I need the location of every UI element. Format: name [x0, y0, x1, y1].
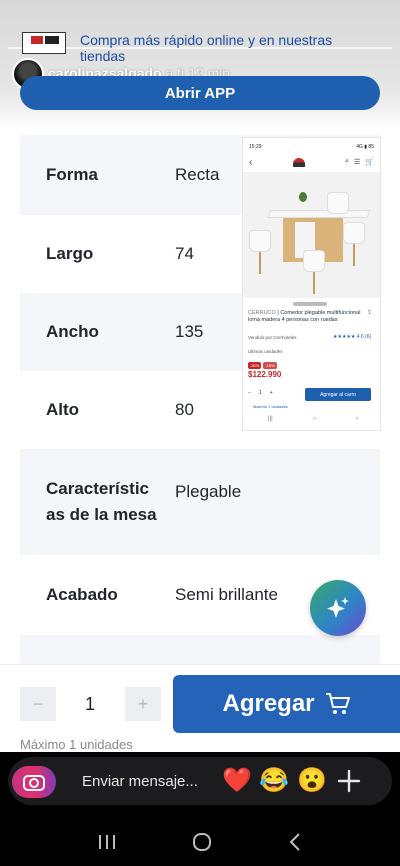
sparkle-assistant-button[interactable] — [310, 580, 366, 636]
recents-icon: ||| — [268, 416, 273, 422]
cart-icon — [325, 693, 350, 714]
status-time: 15:29 — [249, 144, 262, 150]
chair-shape — [343, 222, 365, 244]
chair-leg-shape — [259, 252, 261, 274]
home-icon[interactable] — [192, 832, 212, 852]
spec-key: Largo — [46, 244, 94, 263]
chair-shape — [249, 230, 271, 252]
system-navigation-bar — [0, 818, 400, 866]
table-top-shape — [267, 210, 371, 218]
stock-badge: Ultimas unidades — [248, 349, 283, 354]
home-icon: ○ — [312, 416, 317, 422]
laughing-reaction-icon[interactable]: 😂 — [259, 767, 289, 795]
spec-value: Plegable — [175, 482, 242, 501]
discount-tag: -15% — [263, 362, 277, 369]
camera-button[interactable] — [12, 766, 56, 798]
spec-row-caracteristicas: Característic as de la mesa Plegable — [20, 449, 380, 555]
promo-text: Compra más rápido online y en nuestras t… — [80, 32, 333, 64]
surprised-reaction-icon[interactable]: 😮 — [297, 767, 327, 795]
spec-key: Ancho — [46, 322, 99, 341]
chair-leg-shape — [313, 272, 315, 294]
message-composer — [8, 757, 392, 805]
quantity-increase-button[interactable]: + — [125, 687, 161, 721]
spec-row-partial — [20, 635, 380, 665]
recents-icon[interactable] — [97, 833, 117, 851]
store-logo-icon — [292, 157, 305, 167]
back-icon: ‹ — [356, 416, 358, 422]
spec-value: Semi brillante — [175, 585, 278, 604]
status-right: 4G ▮ 85 — [356, 144, 374, 150]
spec-value: 80 — [175, 400, 194, 419]
spec-key: Característic as de la mesa — [46, 479, 157, 524]
list-icon: ☰ — [353, 159, 361, 166]
share-icon: ⇪ — [366, 310, 372, 316]
carousel-dots — [293, 302, 327, 306]
message-input[interactable]: Enviar mensaje... — [82, 773, 198, 790]
screenshot-system-nav: ||| ○ ‹ — [268, 416, 358, 422]
chair-leg-shape — [353, 244, 355, 266]
max-units-note: Máximo 1 unidades — [20, 737, 133, 752]
camera-icon — [23, 775, 45, 791]
add-to-cart-label: Agregar — [222, 690, 315, 717]
minus-icon: − — [248, 390, 251, 396]
purchase-bar: − 1 + Agregar Máximo 1 unidades — [0, 664, 400, 754]
product-image — [243, 172, 380, 298]
search-icon: ⌕ — [345, 158, 349, 165]
plant-decoration — [299, 192, 307, 202]
discount-tags: -30% -15% — [248, 362, 277, 369]
quantity-value: 1 — [84, 693, 95, 714]
open-app-button[interactable]: Abrir APP — [20, 76, 380, 110]
spec-value: 74 — [175, 244, 194, 263]
screenshot-add-to-cart: Agregar al carro — [305, 388, 371, 401]
heart-reaction-icon[interactable]: ❤️ — [222, 767, 252, 795]
add-reaction-icon[interactable] — [337, 769, 361, 793]
rating: ★★★★★ 4.6 (6) — [333, 334, 372, 340]
screenshot-product-title: CERRUCO | Comedor plegable multifunciona… — [248, 310, 372, 323]
quantity-decrease-button[interactable]: − — [20, 687, 56, 721]
screenshot-max-units: Máximo 1 unidades — [253, 404, 288, 409]
cart-icon: 🛒 — [365, 159, 374, 166]
discount-tag: -30% — [248, 362, 262, 369]
spec-key: Acabado — [46, 585, 118, 604]
sold-by: Vendido por Cerrhoteles — [248, 335, 297, 340]
product-screenshot: 15:29 4G ▮ 85 ‹ ⌕ ☰ 🛒 CERRUCO | Comedor … — [243, 138, 380, 430]
plus-icon: + — [269, 390, 273, 396]
sparkle-icon — [327, 597, 349, 618]
back-icon[interactable] — [287, 832, 303, 852]
screenshot-qty: − 1 + — [248, 390, 273, 396]
price: $122.990 — [248, 370, 282, 379]
qty-value: 1 — [258, 390, 262, 396]
spec-key: Alto — [46, 400, 80, 419]
chair-shape — [327, 192, 349, 214]
add-to-cart-button[interactable]: Agregar — [173, 675, 400, 733]
brand-label: CERRUCO — [248, 310, 276, 316]
screenshot-status-bar: 15:29 4G ▮ 85 — [249, 144, 374, 152]
store-logo-thumbnail — [22, 32, 66, 54]
spec-key: Forma — [46, 165, 98, 184]
back-arrow-icon: ‹ — [249, 156, 253, 168]
screenshot-nav: ‹ ⌕ ☰ 🛒 — [249, 156, 374, 168]
spec-value: Recta — [175, 165, 220, 184]
screenshot-action-icons: ⌕ ☰ 🛒 — [345, 158, 374, 166]
chair-shape — [303, 250, 325, 272]
spec-value: 135 — [175, 322, 204, 341]
